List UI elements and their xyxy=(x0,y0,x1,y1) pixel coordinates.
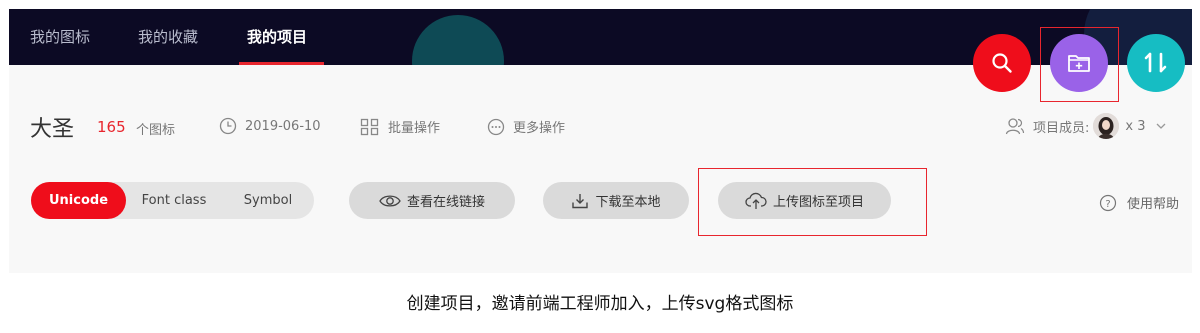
project-members[interactable]: 项目成员: x 3 xyxy=(1005,113,1166,139)
search-icon xyxy=(992,53,1012,73)
project-date: 2019-06-10 xyxy=(219,117,321,135)
download-icon xyxy=(571,192,589,210)
nav-item-my-icons[interactable]: 我的图标 xyxy=(30,26,90,47)
nav-item-my-favorites[interactable]: 我的收藏 xyxy=(138,26,198,47)
view-online-link-button[interactable]: 查看在线链接 xyxy=(349,182,515,219)
tab-unicode[interactable]: Unicode xyxy=(31,182,126,219)
more-operations-button[interactable]: 更多操作 xyxy=(487,117,565,136)
highlight-box-upload xyxy=(698,168,927,236)
eye-icon xyxy=(379,193,401,209)
download-local-label: 下载至本地 xyxy=(595,195,661,210)
members-icon xyxy=(1005,117,1025,135)
project-name: 大圣 xyxy=(30,117,75,142)
more-icon xyxy=(487,118,505,136)
decorative-circle xyxy=(412,15,504,65)
help-label: 使用帮助 xyxy=(1127,197,1180,212)
members-count: x 3 xyxy=(1125,118,1146,134)
avatar xyxy=(1093,113,1120,139)
sort-button[interactable] xyxy=(1127,34,1185,92)
sort-icon xyxy=(1144,52,1167,73)
view-online-link-label: 查看在线链接 xyxy=(406,195,485,210)
tab-font-class[interactable]: Font class xyxy=(126,182,222,219)
search-button[interactable] xyxy=(973,34,1031,92)
grid-icon xyxy=(360,118,380,136)
batch-operations-label: 批量操作 xyxy=(388,121,441,136)
highlight-box-add-project xyxy=(1040,27,1119,102)
nav-item-my-projects[interactable]: 我的项目 xyxy=(247,26,307,47)
batch-operations-button[interactable]: 批量操作 xyxy=(360,117,440,136)
tab-symbol[interactable]: Symbol xyxy=(222,182,314,219)
project-date-text: 2019-06-10 xyxy=(245,118,321,134)
chevron-down-icon xyxy=(1156,122,1166,130)
icon-count: 165 xyxy=(97,118,126,136)
font-type-tabs: Unicode Font class Symbol xyxy=(31,182,314,219)
screenshot-frame: 我的图标 我的收藏 我的项目 大圣 165 个图标 2019-06-10 批量操… xyxy=(0,0,1200,333)
help-link[interactable]: ? 使用帮助 xyxy=(1099,193,1179,212)
project-panel xyxy=(9,65,1192,273)
svg-text:?: ? xyxy=(1105,199,1110,210)
members-label: 项目成员: xyxy=(1033,120,1090,136)
clock-icon xyxy=(219,117,237,135)
question-icon: ? xyxy=(1099,194,1117,212)
download-local-button[interactable]: 下载至本地 xyxy=(543,182,689,219)
icon-count-unit: 个图标 xyxy=(136,123,176,138)
caption-text: 创建项目，邀请前端工程师加入，上传svg格式图标 xyxy=(406,294,794,314)
more-operations-label: 更多操作 xyxy=(513,121,566,136)
